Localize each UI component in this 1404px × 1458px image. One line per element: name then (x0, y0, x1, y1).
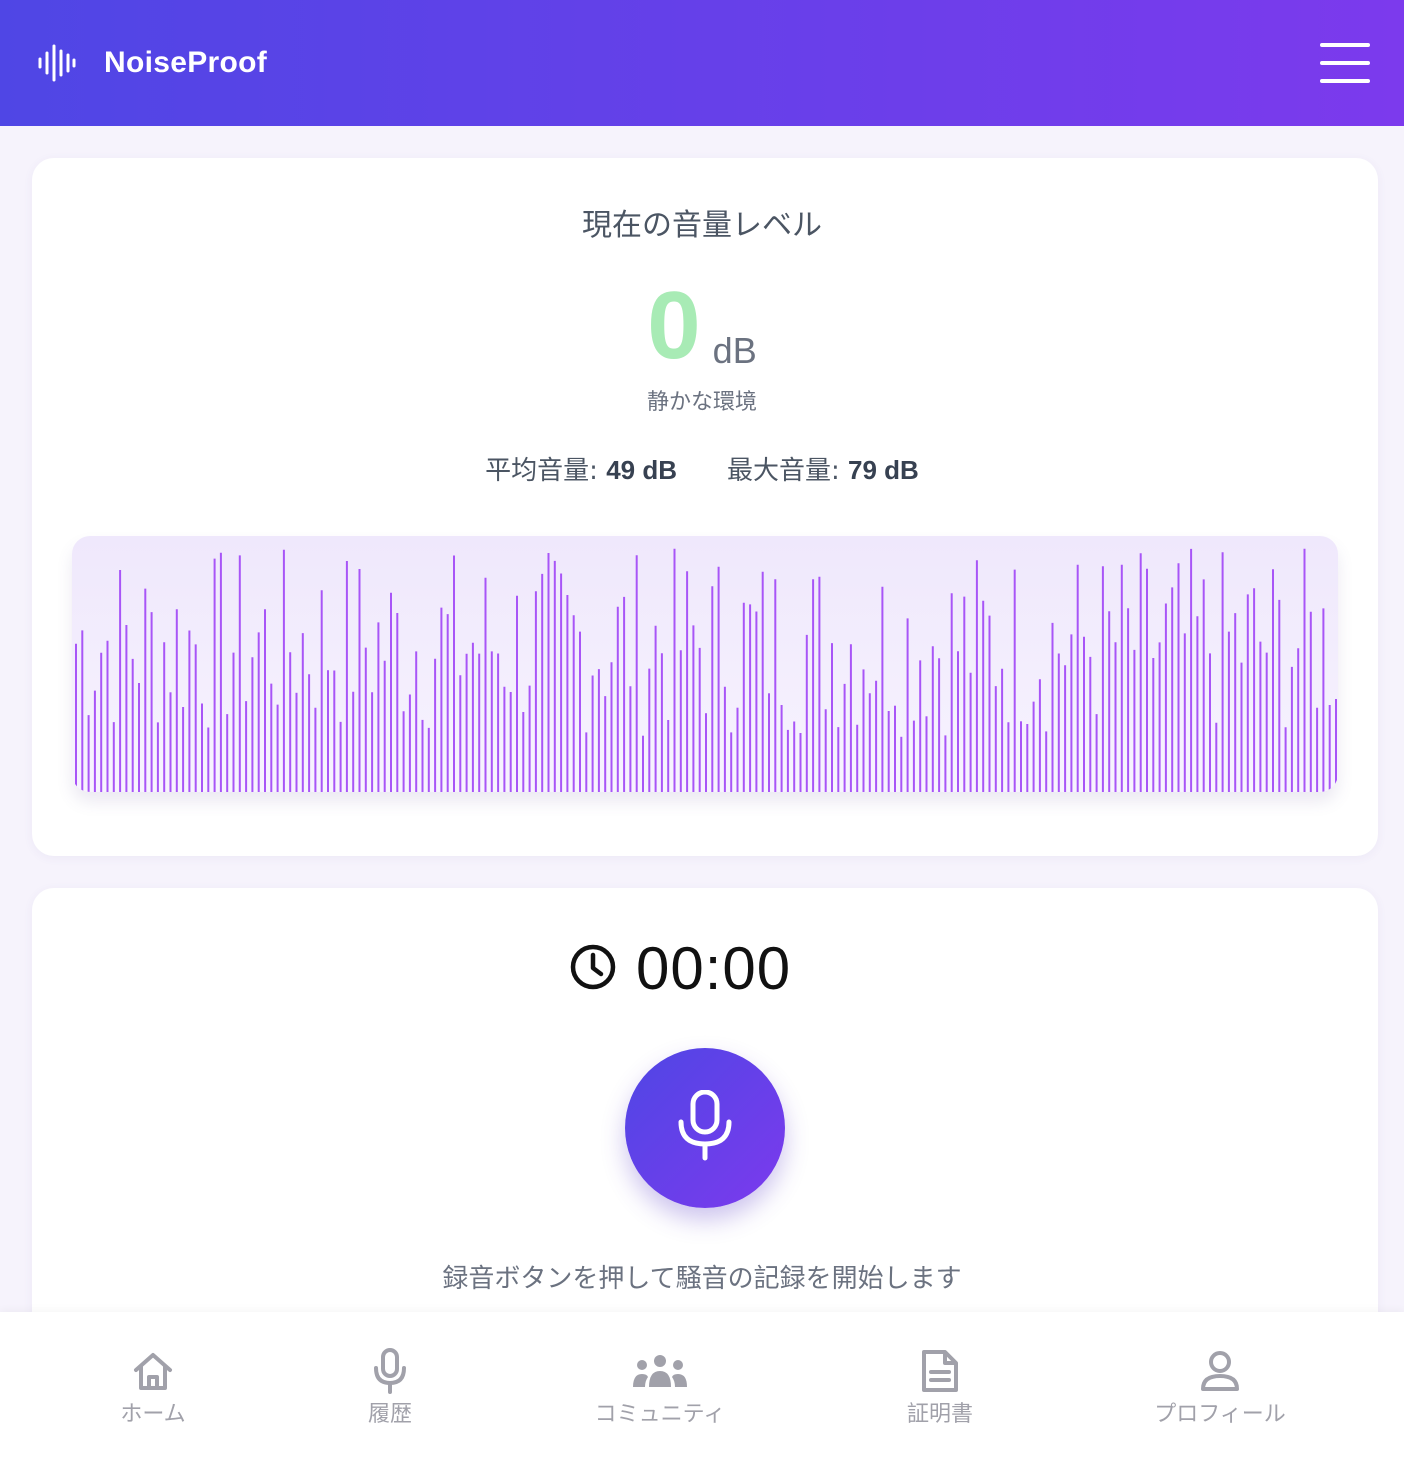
nav-item-home[interactable]: ホーム (103, 1312, 203, 1458)
brand-name: NoiseProof (104, 46, 268, 79)
nav-item-history[interactable]: 履歴 (340, 1312, 440, 1458)
waveform-visualizer (72, 536, 1338, 792)
nav-label-community: コミュニティ (594, 1402, 726, 1427)
timer: 00:00 (568, 934, 791, 1003)
max-stat: 最大音量: 79 dB (727, 450, 919, 487)
document-icon (920, 1348, 960, 1394)
record-hint: 録音ボタンを押して騒音の記録を開始します (442, 1264, 962, 1294)
average-stat: 平均音量: 49 dB (485, 450, 677, 487)
level-status: 静かな環境 (646, 390, 757, 415)
average-value: 49 dB (606, 455, 677, 485)
level-unit: dB (712, 330, 757, 371)
nav-label-home: ホーム (120, 1402, 186, 1427)
max-label: 最大音量: (727, 456, 840, 486)
home-icon (132, 1348, 174, 1394)
nav-label-profile: プロフィール (1154, 1402, 1286, 1427)
nav-item-profile[interactable]: プロフィール (1140, 1312, 1300, 1458)
level-title: 現在の音量レベル (582, 208, 822, 243)
level-readout: 0 dB (0, 278, 1404, 374)
brand[interactable]: NoiseProof (36, 43, 267, 83)
bottom-nav: ホーム 履歴 コミュニティ 証明書 プロフィール (0, 1312, 1404, 1458)
microphone-icon (675, 1089, 735, 1166)
clock-icon (568, 942, 618, 996)
app-header: NoiseProof (0, 0, 1404, 126)
level-stats: 平均音量: 49 dB 最大音量: 79 dB (0, 450, 1404, 487)
nav-item-certificate[interactable]: 証明書 (890, 1312, 990, 1458)
nav-item-community[interactable]: コミュニティ (580, 1312, 740, 1458)
level-value: 0 (647, 272, 701, 379)
nav-label-certificate: 証明書 (906, 1402, 973, 1427)
user-icon (1199, 1348, 1241, 1394)
sound-wave-icon (36, 43, 76, 83)
waveform-graphic (75, 548, 1337, 792)
users-icon (631, 1348, 689, 1394)
microphone-icon (372, 1348, 408, 1394)
max-value: 79 dB (848, 455, 919, 485)
record-button[interactable] (625, 1048, 785, 1208)
hamburger-menu-icon[interactable] (1320, 43, 1370, 83)
average-label: 平均音量: (485, 456, 598, 486)
nav-label-history: 履歴 (367, 1402, 412, 1427)
timer-value: 00:00 (636, 935, 792, 1002)
